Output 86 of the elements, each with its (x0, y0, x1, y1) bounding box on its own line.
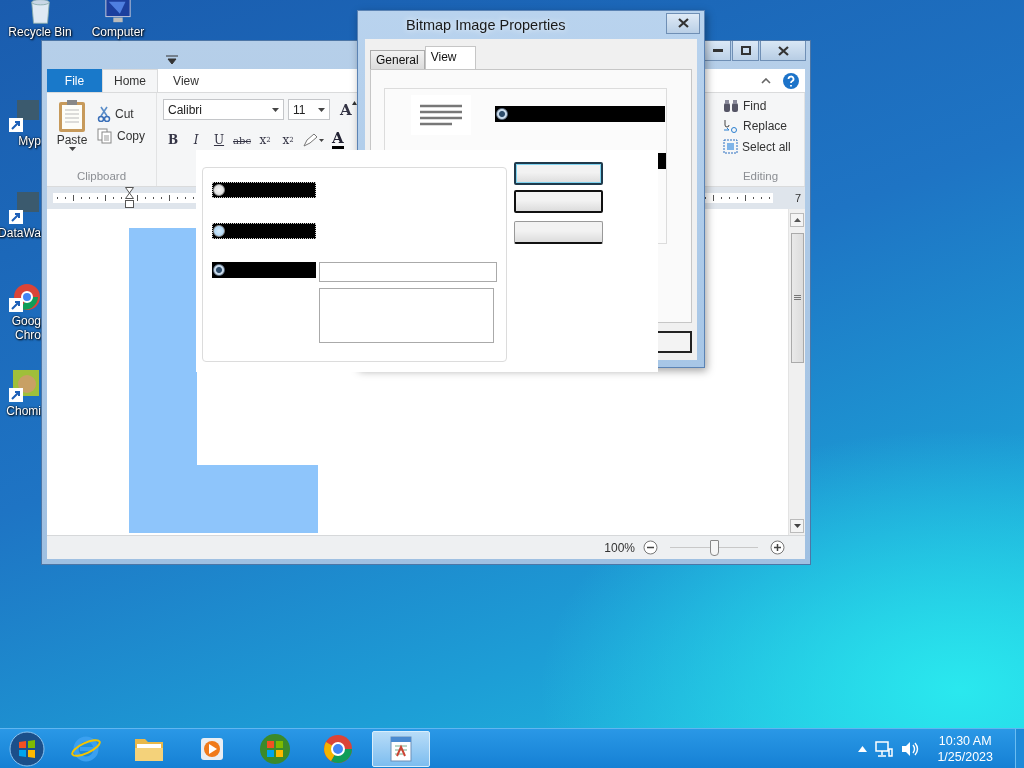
replace-button[interactable]: Replace (723, 118, 798, 134)
clipboard-icon (57, 99, 87, 133)
clock[interactable]: 10:30 AM 1/25/2023 (937, 732, 993, 765)
maximize-button[interactable] (732, 41, 759, 61)
scroll-thumb[interactable] (790, 233, 804, 363)
caret-icon (272, 107, 279, 112)
caret-icon (793, 524, 801, 528)
grip-icon (793, 295, 801, 301)
dialog-button[interactable] (514, 162, 603, 185)
find-button[interactable]: Find (723, 99, 798, 113)
collapse-ribbon-icon[interactable] (761, 77, 771, 84)
format-button[interactable]: B (163, 132, 183, 148)
radio-button[interactable] (496, 108, 508, 120)
minimize-icon (712, 48, 723, 53)
zoom-level: 100% (604, 540, 635, 555)
close-icon (677, 18, 689, 28)
copy-icon (97, 128, 113, 144)
desktop-icon-label[interactable]: Recycle Bin (8, 25, 72, 39)
desktop-icon-label[interactable]: Chomi (6, 404, 41, 418)
ribbon-tab[interactable]: Home (102, 69, 158, 92)
network-icon[interactable] (875, 740, 894, 757)
tray-caret-icon[interactable] (858, 745, 868, 752)
chrome-icon[interactable] (323, 733, 353, 764)
caret-icon (318, 107, 325, 112)
caret-up-icon (351, 100, 357, 105)
select-all-button[interactable]: Select all (723, 139, 798, 154)
maximize-icon (740, 46, 751, 55)
scroll-up-button[interactable] (790, 213, 804, 227)
zoom-out-icon[interactable] (643, 540, 658, 555)
highlighter-icon[interactable] (301, 133, 325, 147)
select-all-icon (723, 139, 738, 154)
radio-button[interactable] (213, 184, 225, 196)
media-player-icon[interactable] (199, 735, 225, 762)
ruler-number: 7 (794, 192, 801, 204)
caret-up-icon (793, 218, 801, 222)
computer-icon[interactable] (103, 0, 133, 25)
dialog-tab[interactable]: General (370, 50, 425, 69)
dialog-tab[interactable]: View (424, 46, 476, 69)
dialog-button[interactable] (514, 190, 603, 213)
taskbar-app[interactable] (372, 730, 430, 767)
group-label: Clipboard (75, 170, 128, 182)
input-field[interactable] (319, 262, 497, 282)
font-size-dropdown[interactable]: 11 (288, 99, 330, 120)
desktop-icon-label[interactable]: Myp (18, 134, 41, 148)
windows-logo-icon[interactable] (259, 732, 291, 765)
group-label: Editing (741, 170, 780, 182)
document-icon[interactable] (388, 734, 414, 763)
vertical-scrollbar[interactable] (788, 209, 805, 535)
ribbon-tab[interactable]: File (47, 69, 102, 92)
format-button[interactable]: I (186, 132, 206, 148)
font-family-dropdown[interactable]: Calibri (163, 99, 284, 120)
format-button[interactable]: U (209, 132, 229, 148)
volume-icon[interactable] (901, 740, 920, 757)
close-button[interactable] (666, 12, 700, 34)
windows-logo-icon (9, 730, 45, 767)
format-button[interactable]: abc (232, 132, 252, 148)
radio-button[interactable] (213, 225, 225, 237)
help-icon[interactable] (783, 72, 799, 89)
start-button[interactable] (7, 729, 47, 768)
shortcut-icon[interactable] (7, 370, 41, 404)
caret-icon[interactable] (165, 55, 179, 65)
shortcut-icon[interactable] (7, 192, 41, 226)
document-lines-icon (411, 95, 471, 135)
paste-button[interactable]: Paste (53, 99, 91, 151)
shortcut-icon[interactable] (7, 100, 41, 134)
zoom-in-icon[interactable] (770, 540, 785, 555)
dialog-button[interactable] (514, 221, 603, 244)
scissors-icon (97, 106, 111, 122)
copy-button[interactable]: Copy (97, 128, 145, 144)
indent-marker[interactable] (125, 187, 134, 209)
cut-button[interactable]: Cut (97, 106, 145, 122)
dialog-title: Bitmap Image Properties (405, 17, 566, 33)
zoom-slider-thumb[interactable] (710, 539, 719, 556)
binoculars-icon (723, 99, 739, 113)
format-button[interactable]: x$^{2}$ (278, 132, 298, 148)
desktop-icon-label[interactable]: Computer (91, 25, 145, 39)
scroll-down-button[interactable] (790, 519, 804, 533)
close-icon (777, 45, 789, 56)
replace-icon (723, 118, 739, 134)
minimize-button[interactable] (704, 41, 731, 61)
desktop-icon-label[interactable]: Chro (15, 328, 41, 342)
radio-button[interactable] (213, 264, 225, 276)
grow-font-button[interactable]: A (340, 100, 357, 119)
caret-icon (68, 147, 76, 151)
desktop-icon-label[interactable]: Goog (11, 314, 41, 328)
close-button[interactable] (760, 41, 806, 61)
